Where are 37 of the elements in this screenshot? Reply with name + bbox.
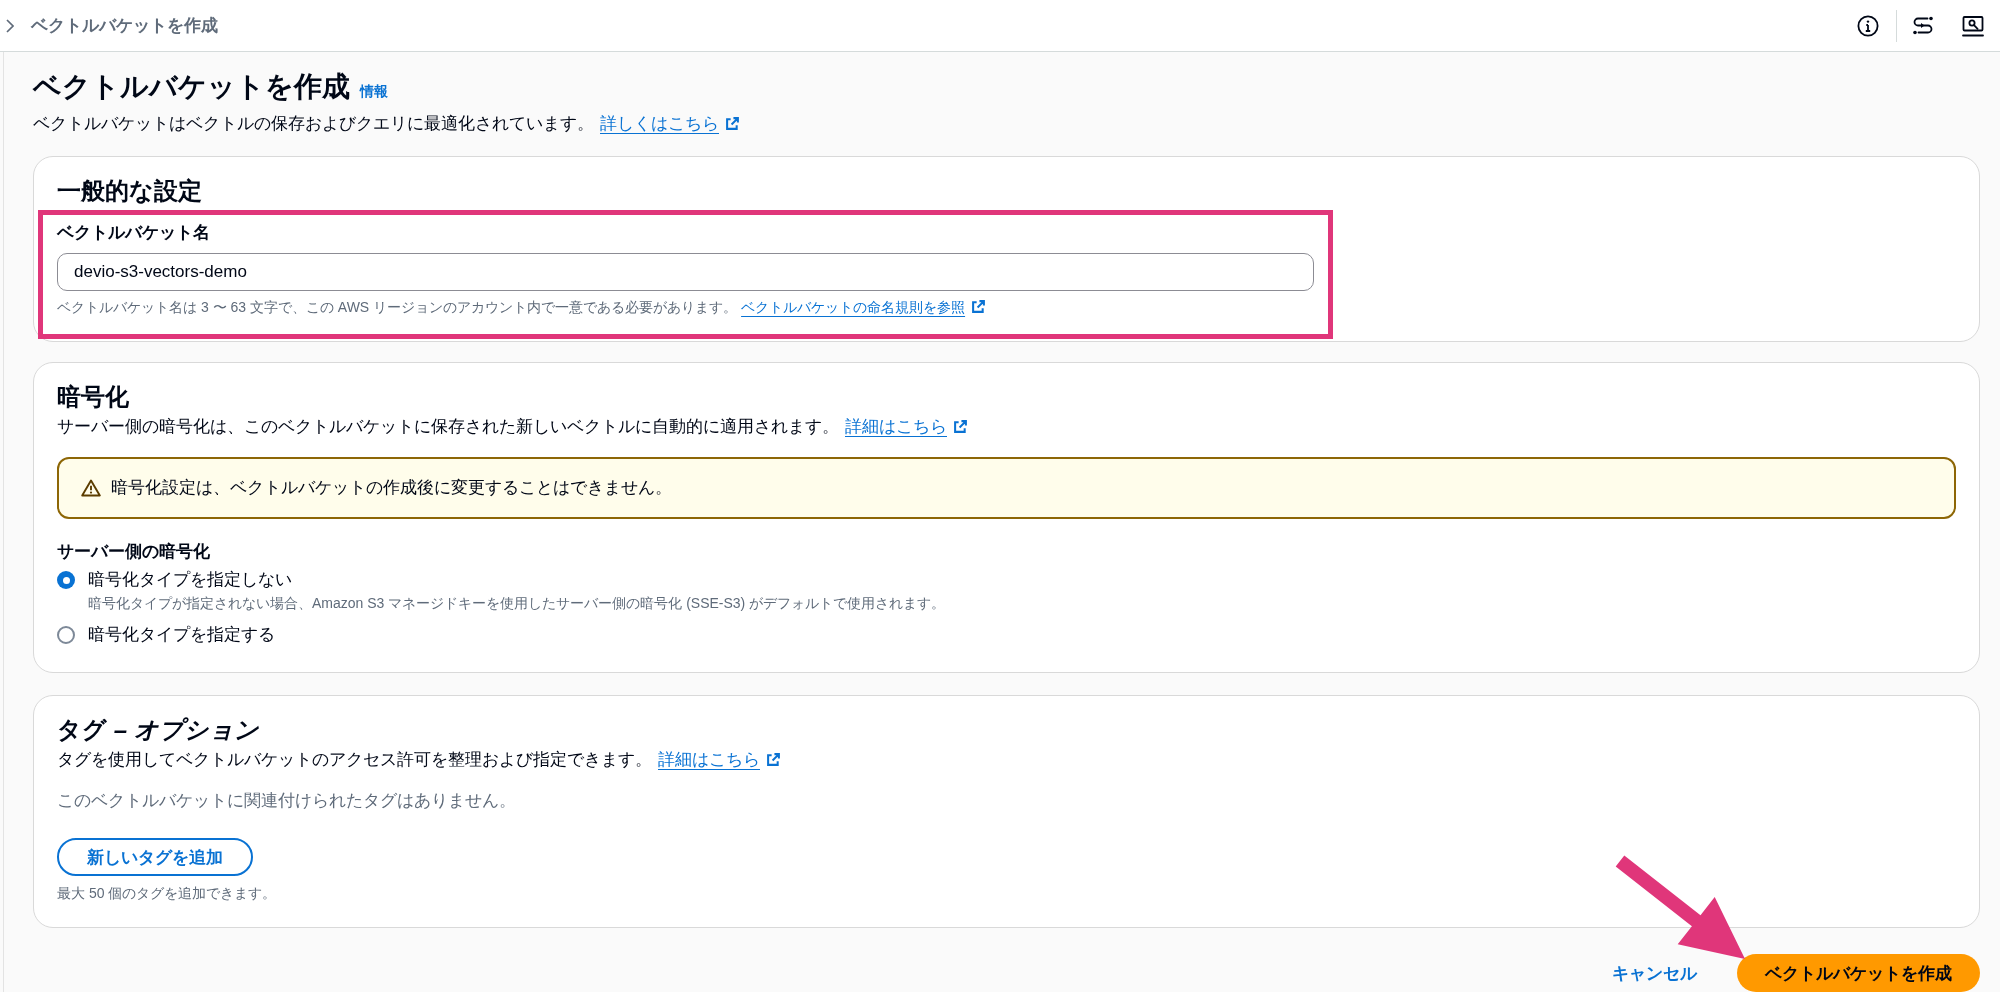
warning-text: 暗号化設定は、ベクトルバケットの作成後に変更することはできません。 (111, 477, 672, 499)
section-description: サーバー側の暗号化は、このベクトルバケットに保存された新しいベクトルに自動的に適用されます。 (57, 416, 839, 438)
add-tag-button[interactable]: 新しいタグを追加 (57, 838, 253, 876)
radio-group-label: サーバー側の暗号化 (57, 541, 211, 563)
cancel-button[interactable]: キャンセル (1594, 954, 1715, 992)
radio-label[interactable]: 暗号化タイプを指定する (88, 623, 275, 647)
radio-label[interactable]: 暗号化タイプを指定しない (88, 568, 946, 592)
bucket-name-input[interactable]: devio-s3-vectors-demo (57, 253, 1314, 291)
learn-more-link[interactable]: 詳しくはこちら (600, 112, 739, 136)
tag-limit-hint: 最大 50 個のタグを追加できます。 (57, 884, 278, 902)
external-link-icon (767, 753, 780, 766)
learn-more-link[interactable]: 詳細はこちら (845, 415, 967, 439)
breadcrumb-text: ベクトルバケットを作成 (31, 15, 218, 37)
create-bucket-button[interactable]: ベクトルバケットを作成 (1737, 954, 1980, 992)
learn-more-link[interactable]: 詳細はこちら (658, 748, 780, 772)
radio-button[interactable] (57, 571, 75, 589)
field-label: ベクトルバケット名 (57, 222, 211, 244)
page-description: ベクトルバケットはベクトルの保存およびクエリに最適化されています。 (33, 113, 594, 135)
section-heading: 暗号化 (57, 382, 130, 412)
empty-state-text: このベクトルバケットに関連付けられたタグはありません。 (57, 790, 517, 812)
naming-rules-link[interactable]: ベクトルバケットの命名規則を参照 (741, 298, 986, 316)
monitor-search-icon[interactable] (1962, 14, 1984, 37)
info-icon[interactable] (1857, 14, 1879, 37)
info-link[interactable]: 情報 (360, 83, 388, 101)
radio-description: 暗号化タイプが指定されない場合、Amazon S3 マネージドキーを使用したサーバー側の暗号化 (SSE-S3) がデフォルトで使用されます。 (88, 594, 946, 612)
external-link-icon (726, 117, 739, 130)
field-hint: ベクトルバケット名は 3 〜 63 文字で、この AWS リージョンのアカウント内で一意である必要があります。 (57, 298, 738, 316)
section-heading: 一般的な設定 (57, 176, 203, 206)
chevron-right-icon[interactable] (6, 18, 14, 33)
external-link-icon (954, 420, 967, 433)
warning-icon (81, 479, 101, 497)
radio-button[interactable] (57, 626, 75, 644)
section-heading: タグ – オプション (57, 715, 260, 745)
external-link-icon (972, 300, 986, 313)
route-icon[interactable] (1912, 14, 1934, 37)
section-description: タグを使用してベクトルバケットのアクセス許可を整理および指定できます。 (57, 749, 652, 771)
page-title: ベクトルバケットを作成 (33, 70, 350, 104)
